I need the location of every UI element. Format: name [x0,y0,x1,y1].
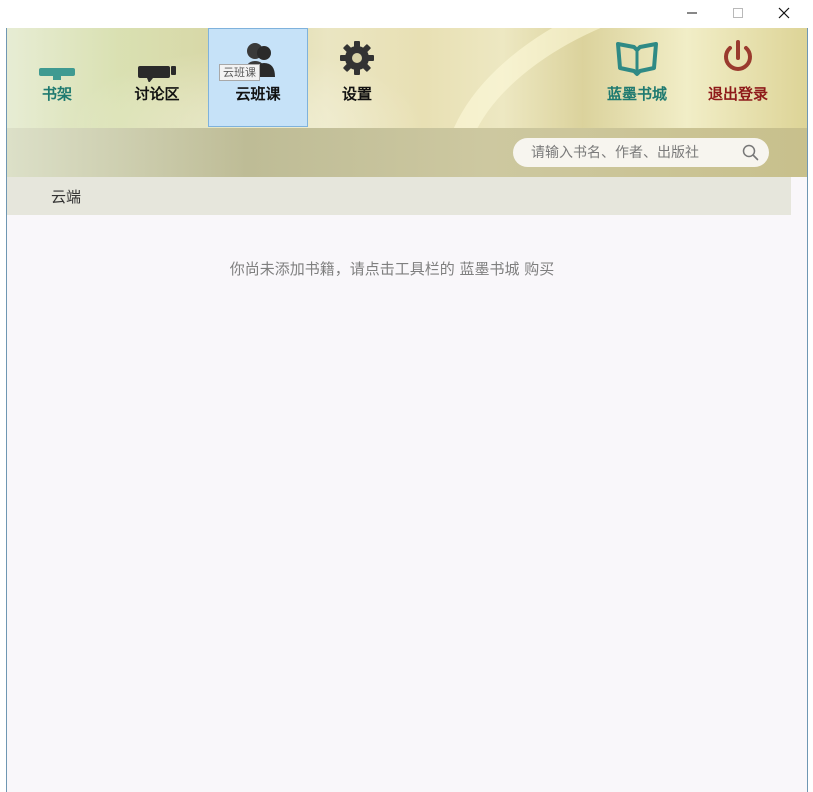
maximize-icon [733,8,743,18]
maximize-button[interactable] [715,0,761,26]
window-titlebar [0,0,813,28]
toolbar-settings-button[interactable]: 设置 [307,28,407,126]
toolbar-logout-label: 退出登录 [707,85,768,103]
toolbar-forum-label: 讨论区 [134,85,180,103]
toolbar-shelf-button[interactable]: 书架 [7,28,107,126]
toolbar-logout-button[interactable]: 退出登录 [688,28,788,126]
toolbar-settings-label: 设置 [341,85,372,103]
toolbar: 书架 讨论区 云班课 设置 蓝墨书城 退出登录 云班课 [7,28,807,128]
toolbar-bookstore-button[interactable]: 蓝墨书城 [587,28,687,126]
app-window: 书架 讨论区 云班课 设置 蓝墨书城 退出登录 云班课 请输入书名、作者、出版社… [6,28,808,792]
monitor-icon [39,68,75,80]
open-book-icon [616,42,658,76]
minimize-button[interactable] [669,0,715,26]
empty-state-message: 你尚未添加书籍，请点击工具栏的 蓝墨书城 购买 [229,260,555,278]
power-icon [724,40,752,71]
toolbar-cloudclass-label: 云班课 [235,85,281,103]
search-input[interactable] [529,143,743,162]
toolbar-shelf-label: 书架 [41,85,72,103]
tooltip: 云班课 [219,64,260,81]
close-icon [778,7,790,19]
gear-icon [340,41,374,75]
search-bar [7,128,807,177]
search-box [513,138,769,167]
minimize-icon [687,12,697,14]
search-icon[interactable] [742,144,759,161]
tab-cloud[interactable]: 云端 [51,186,81,207]
chat-icon [138,66,176,82]
breadcrumb: 云端 [7,177,791,215]
toolbar-bookstore-label: 蓝墨书城 [606,85,667,103]
toolbar-forum-button[interactable]: 讨论区 [107,28,207,126]
close-button[interactable] [761,0,807,26]
